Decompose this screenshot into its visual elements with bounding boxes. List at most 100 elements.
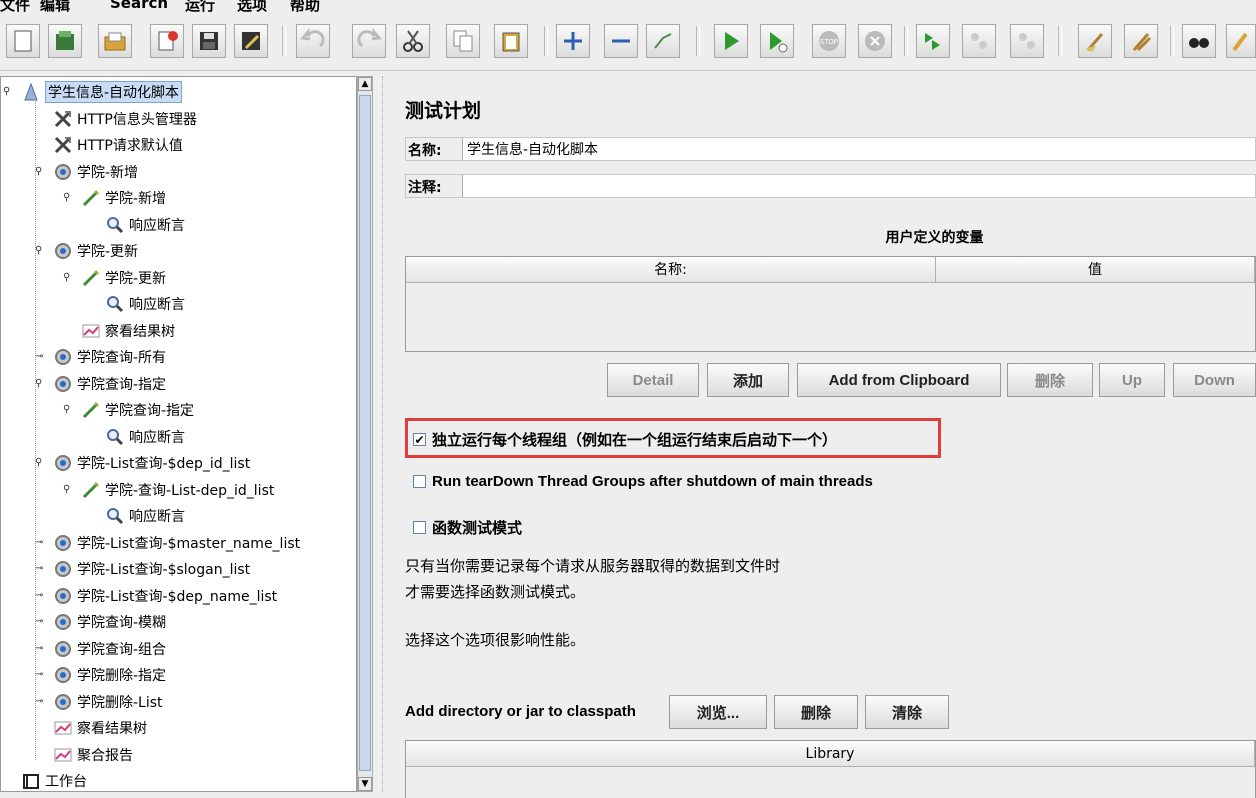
save-icon[interactable] [192,24,226,58]
tree-toggle-icon[interactable]: ⊸ [35,616,47,628]
undo-icon[interactable] [296,24,330,58]
tree-node[interactable]: 学院查询-组合 [53,638,166,660]
tree-toggle-icon[interactable]: ⚲ [35,245,47,257]
library-table[interactable]: Library [405,740,1256,798]
tree-node[interactable]: 察看结果树 [53,717,147,739]
menu-edit[interactable]: 编辑 [40,0,70,15]
tree-node[interactable]: 学院删除-List [53,691,163,713]
tree-node[interactable]: 响应断言 [105,426,185,448]
clear-classpath-button[interactable]: 清除 [865,695,949,729]
search-icon[interactable] [1182,24,1216,58]
close-icon[interactable] [150,24,184,58]
cut-icon[interactable] [396,24,430,58]
name-input[interactable]: 学生信息-自动化脚本 [462,138,1255,160]
tree-node[interactable]: 响应断言 [105,505,185,527]
tree-node[interactable]: 学院-新增 [53,161,138,183]
tree-node[interactable]: 学院查询-指定 [81,399,194,421]
tree-node[interactable]: 学院-List查询-$dep_id_list [53,452,250,474]
tree-node[interactable]: 响应断言 [105,293,185,315]
split-pane-divider[interactable] [375,76,393,792]
tree-toggle-icon[interactable]: ⊸ [35,643,47,655]
tree-node[interactable]: 响应断言 [105,214,185,236]
remote-shutdown-icon[interactable] [1010,24,1044,58]
tree-toggle-icon[interactable]: ⊸ [35,669,47,681]
tree-node[interactable]: 学院-List查询-$dep_name_list [53,585,277,607]
tree-node[interactable]: 学院-更新 [53,240,138,262]
stop-icon[interactable]: STOP [812,24,846,58]
udv-table[interactable]: 名称: 值 [405,256,1256,352]
tree-node[interactable]: 学院删除-指定 [53,664,166,686]
reset-search-icon[interactable] [1226,24,1256,58]
menu-help[interactable]: 帮助 [290,0,320,15]
start-no-pause-icon[interactable] [760,24,794,58]
tree-toggle-icon[interactable]: ⚲ [35,457,47,469]
tree-node[interactable]: 学院-新增 [81,187,166,209]
tree-node[interactable]: 工作台 [21,770,87,791]
toggle-icon[interactable] [646,24,680,58]
menu-search[interactable]: Search [110,0,168,12]
tree-toggle-icon[interactable]: ⚲ [35,166,47,178]
functional-mode-checkbox[interactable]: 函数测试模式 [413,517,522,538]
tree-node[interactable]: 察看结果树 [81,320,175,342]
clear-icon[interactable] [1078,24,1112,58]
tree-node[interactable]: HTTP信息头管理器 [53,108,197,130]
templates-icon[interactable] [48,24,82,58]
checkbox-checked[interactable]: ✔ [413,433,426,446]
tree-toggle-icon[interactable]: ⊸ [35,696,47,708]
tree-node[interactable]: 聚合报告 [53,744,133,766]
new-icon[interactable] [6,24,40,58]
scroll-down-icon[interactable]: ▼ [358,777,372,791]
tree-scrollbar[interactable]: ▲ ▼ [357,76,373,792]
expand-icon[interactable] [556,24,590,58]
tree-node[interactable]: 学院查询-所有 [53,346,166,368]
tree-toggle-icon[interactable]: ⚲ [63,272,75,284]
tree-toggle-icon[interactable]: ⚲ [63,484,75,496]
delete-variable-button[interactable]: 删除 [1007,363,1093,397]
add-from-clipboard-button[interactable]: Add from Clipboard [797,363,1001,397]
library-col-header[interactable]: Library [406,741,1255,767]
test-plan-tree[interactable]: ⚲ 学生信息-自动化脚本 HTTP信息头管理器 HTTP请求默认值 ⚲ 学院-新增 ⚲ 学院-… [0,76,357,792]
copy-icon[interactable] [446,24,480,58]
tree-toggle-icon[interactable]: ⊸ [35,537,47,549]
add-button[interactable]: 添加 [707,363,789,397]
tree-node[interactable]: 学院-List查询-$master_name_list [53,532,300,554]
serialize-thread-groups-checkbox[interactable]: ✔ 独立运行每个线程组（例如在一个组运行结束后启动下一个） [413,429,837,450]
tree-node[interactable]: 学院查询-指定 [53,373,166,395]
tree-toggle-icon[interactable]: ⚲ [35,378,47,390]
collapse-icon[interactable] [604,24,638,58]
tree-node[interactable]: 学院-List查询-$slogan_list [53,558,250,580]
open-icon[interactable] [98,24,132,58]
checkbox-unchecked[interactable] [413,475,426,488]
tree-node[interactable]: 学生信息-自动化脚本 [21,81,183,103]
tree-toggle-icon[interactable]: ⚲ [3,86,15,98]
udv-col-value[interactable]: 值 [936,257,1255,283]
tree-node[interactable]: HTTP请求默认值 [53,134,183,156]
start-icon[interactable] [714,24,748,58]
tree-node[interactable]: 学院-更新 [81,267,166,289]
tree-toggle-icon[interactable]: ⊸ [35,563,47,575]
scroll-up-icon[interactable]: ▲ [358,77,372,91]
delete-classpath-button[interactable]: 删除 [774,695,858,729]
udv-col-name[interactable]: 名称: [406,257,936,283]
paste-icon[interactable] [494,24,528,58]
tree-toggle-icon[interactable]: ⊸ [35,351,47,363]
menu-file[interactable]: 文件 [0,0,30,15]
checkbox-unchecked[interactable] [413,521,426,534]
detail-button[interactable]: Detail [607,363,699,397]
tree-toggle-icon[interactable]: ⚲ [63,192,75,204]
remote-stop-icon[interactable] [962,24,996,58]
teardown-checkbox[interactable]: Run tearDown Thread Groups after shutdow… [413,473,873,490]
shutdown-icon[interactable] [858,24,892,58]
remote-start-icon[interactable] [916,24,950,58]
redo-icon[interactable] [352,24,386,58]
tree-toggle-icon[interactable]: ⊸ [35,590,47,602]
tree-node[interactable]: 学院-查询-List-dep_id_list [81,479,274,501]
clear-all-icon[interactable] [1124,24,1158,58]
save-as-icon[interactable] [234,24,268,58]
down-button[interactable]: Down [1173,363,1256,397]
tree-toggle-icon[interactable]: ⚲ [63,404,75,416]
scroll-thumb[interactable] [359,95,371,771]
menu-run[interactable]: 运行 [185,0,215,15]
comment-input[interactable] [462,175,1255,197]
up-button[interactable]: Up [1099,363,1165,397]
